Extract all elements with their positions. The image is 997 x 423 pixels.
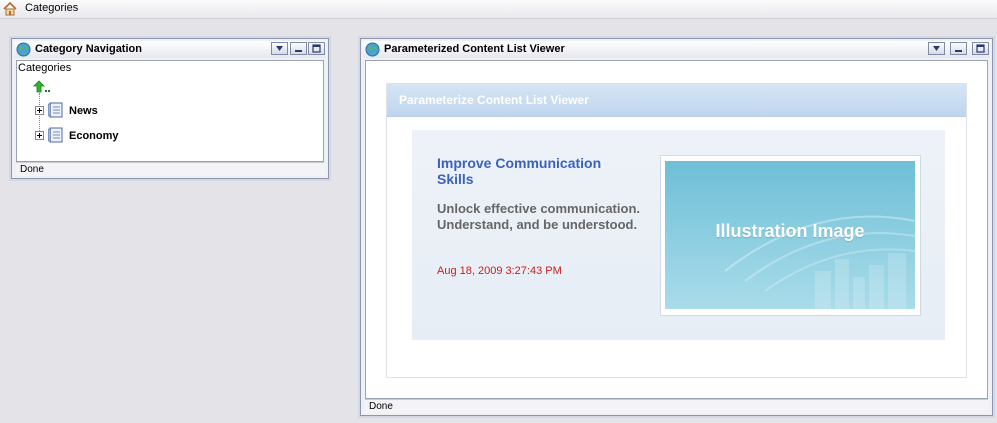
content-item: Improve Communication Skills Unlock effe… — [412, 130, 945, 340]
portlet-menu-button[interactable] — [928, 42, 945, 55]
portlet-titlebar: Category Navigation — [14, 41, 326, 58]
content-list-title: Parameterize Content List Viewer — [399, 93, 589, 107]
status-text: Done — [369, 401, 393, 412]
portlet-maximize-button[interactable] — [308, 42, 325, 55]
portlet-titlebar: Parameterized Content List Viewer — [363, 41, 990, 58]
top-bar: Categories — [0, 0, 997, 19]
maximize-icon — [976, 44, 985, 53]
category-book-icon — [48, 127, 63, 143]
tree-header: Categories — [18, 62, 72, 74]
image-caption: Illustration Image — [715, 221, 865, 241]
portlet-minimize-button[interactable] — [950, 42, 967, 55]
tree-item-label[interactable]: Economy — [69, 130, 119, 142]
globe-icon — [365, 42, 380, 57]
article-date: Aug 18, 2009 3:27:43 PM — [437, 265, 562, 277]
status-bar: Done — [16, 162, 324, 176]
status-text: Done — [20, 164, 44, 175]
minimize-icon — [955, 50, 962, 52]
globe-icon — [16, 42, 31, 57]
up-arrow-icon[interactable] — [33, 80, 53, 94]
maximize-icon — [312, 44, 321, 53]
content-list-viewer-portlet: Parameterized Content List Viewer Parame… — [360, 38, 993, 416]
content-viewer-panel: Parameterize Content List Viewer Improve… — [365, 60, 988, 399]
status-bar: Done — [365, 399, 988, 413]
article-image-frame: Illustration Image — [660, 155, 921, 316]
category-book-icon — [48, 102, 63, 118]
expand-icon[interactable] — [35, 106, 44, 115]
expand-icon[interactable] — [35, 131, 44, 140]
portlet-title: Parameterized Content List Viewer — [384, 43, 565, 55]
portlet-minimize-button[interactable] — [290, 42, 307, 55]
article-summary: Unlock effective communication. Understa… — [437, 201, 640, 232]
category-tree-panel: Categories News Economy — [16, 60, 324, 162]
chevron-down-icon — [276, 46, 283, 51]
article-headline[interactable]: Improve Communication Skills — [437, 155, 637, 187]
category-navigation-portlet: Category Navigation Categories News Econ… — [11, 38, 329, 179]
minimize-icon — [295, 50, 302, 52]
tree-item-label[interactable]: News — [69, 105, 98, 117]
portlet-menu-button[interactable] — [271, 42, 288, 55]
article-image[interactable]: Illustration Image — [665, 161, 915, 309]
chevron-down-icon — [933, 46, 940, 51]
home-icon[interactable] — [2, 1, 18, 17]
content-list-header: Parameterize Content List Viewer — [387, 84, 966, 117]
content-list: Parameterize Content List Viewer Improve… — [386, 83, 967, 378]
breadcrumb[interactable]: Categories — [25, 2, 78, 14]
portlet-maximize-button[interactable] — [972, 42, 989, 55]
portlet-title: Category Navigation — [35, 43, 142, 55]
